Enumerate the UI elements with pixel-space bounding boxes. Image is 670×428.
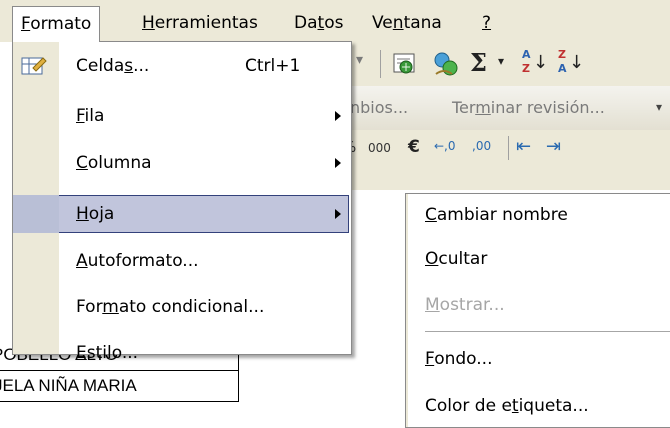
submenu-item-mostrar: Mostrar... — [406, 286, 670, 324]
increase-indent-icon[interactable]: ⇥ — [546, 136, 561, 157]
toolbar-options-icon[interactable]: ▾ — [656, 100, 662, 114]
menu-item-label: iqueta... — [518, 396, 589, 416]
submenu-item-fondo[interactable]: Fondo... — [406, 340, 670, 378]
menu-bar: Formato Herramientas Datos Ventana ? — [0, 0, 670, 42]
menu-item-celdas[interactable]: Celdas... Ctrl+1 — [13, 47, 349, 85]
toolbar-separator — [380, 50, 381, 78]
menu-label: ormato — [30, 14, 92, 34]
menu-item-label: oja — [88, 204, 115, 224]
menu-item-accel: M — [425, 295, 440, 315]
reply-with-changes-button[interactable]: nbios... — [350, 98, 408, 117]
menu-item-formato-condicional[interactable]: Formato condicional... — [13, 288, 349, 326]
menu-item-label: For — [76, 297, 103, 317]
menu-item-hoja[interactable]: Hoja — [13, 195, 349, 233]
menu-item-label: olumna — [87, 153, 152, 173]
sort-descending-icon[interactable]: Z A ↓ — [558, 48, 584, 80]
menu-item-accel: s — [124, 56, 134, 76]
hoja-submenu: Cambiar nombre Ocultar Mostrar... Fondo.… — [405, 193, 670, 428]
menu-item-shortcut: Ctrl+1 — [245, 56, 301, 76]
menu-label: erramientas — [154, 13, 258, 33]
menu-accel: F — [21, 14, 31, 34]
menu-item-accel: A — [76, 251, 88, 271]
menu-label: Da — [294, 13, 318, 33]
menu-item-accel: t — [511, 396, 519, 416]
menu-item-label: ... — [133, 56, 150, 76]
menu-item-label: utoformato... — [87, 251, 199, 271]
menu-item-label: ambiar nombre — [436, 205, 568, 225]
insert-hyperlink-icon[interactable] — [392, 51, 418, 77]
menu-datos[interactable]: Datos — [288, 8, 349, 38]
decrease-decimal-icon[interactable]: ,00 — [472, 139, 491, 153]
standard-toolbar: ▾ Σ ▾ A Z ↓ Z A ↓ — [340, 42, 670, 86]
menu-item-columna[interactable]: Columna — [13, 144, 349, 182]
menu-label: tana — [403, 13, 442, 33]
menu-item-label: ostrar... — [439, 295, 505, 315]
menu-label: Ve — [372, 13, 393, 33]
menu-item-autoformato[interactable]: Autoformato... — [13, 242, 349, 280]
submenu-arrow-icon — [335, 111, 341, 121]
dropdown-arrow-icon[interactable]: ▾ — [356, 52, 363, 68]
menu-item-label: ila — [84, 106, 105, 126]
reviewing-toolbar: nbios... Terminar revisión... ▾ — [340, 86, 670, 130]
menu-accel: ? — [482, 13, 492, 33]
button-label: inar revisión... — [490, 98, 605, 117]
menu-separator — [425, 331, 670, 332]
research-icon[interactable] — [430, 50, 460, 78]
menu-item-label: ondo... — [434, 349, 493, 369]
menu-help[interactable]: ? — [476, 8, 497, 38]
submenu-arrow-icon — [335, 158, 341, 168]
euro-icon[interactable]: € — [408, 137, 420, 157]
toolbar-separator — [508, 136, 509, 160]
menu-item-accel: F — [425, 349, 435, 369]
menu-formato[interactable]: Formato — [12, 6, 101, 42]
cell-a2[interactable]: JELA NIÑA MARIA — [0, 371, 239, 402]
selection-strip — [13, 195, 59, 233]
comma-style-icon[interactable]: 000 — [368, 141, 391, 155]
format-cells-icon — [21, 57, 47, 75]
menu-item-accel: m — [102, 297, 119, 317]
submenu-item-ocultar[interactable]: Ocultar — [406, 240, 670, 278]
submenu-item-cambiar-nombre[interactable]: Cambiar nombre — [406, 196, 670, 234]
menu-label: os — [324, 13, 344, 33]
menu-item-label: Celda — [76, 56, 125, 76]
increase-decimal-icon[interactable]: ←,0 — [434, 139, 456, 153]
button-accel: m — [475, 98, 491, 117]
button-label: Ter — [452, 98, 476, 117]
submenu-item-color-etiqueta[interactable]: Color de etiqueta... — [406, 387, 670, 425]
menu-accel: H — [142, 13, 155, 33]
menu-item-accel: O — [425, 249, 439, 269]
menu-item-fila[interactable]: Fila — [13, 97, 349, 135]
autosum-dropdown-icon[interactable]: ▾ — [498, 54, 504, 68]
menu-herramientas[interactable]: Herramientas — [136, 8, 264, 38]
cell-text: JELA NIÑA MARIA — [0, 376, 137, 395]
submenu-arrow-icon — [335, 209, 341, 219]
menu-item-label: stilo... — [86, 343, 139, 363]
menu-item-label: Color de e — [425, 396, 512, 416]
menu-ventana[interactable]: Ventana — [366, 8, 448, 38]
menu-item-label: cultar — [438, 249, 488, 269]
menu-item-accel: E — [76, 343, 87, 363]
menu-item-accel: H — [76, 204, 89, 224]
menu-item-accel: C — [425, 205, 437, 225]
sort-ascending-icon[interactable]: A Z ↓ — [522, 48, 548, 80]
menu-item-label: ato condicional... — [118, 297, 265, 317]
menu-item-estilo[interactable]: Estilo... — [13, 334, 349, 372]
formatting-toolbar: % 000 € ←,0 ,00 ⇤ ⇥ — [340, 130, 670, 190]
format-menu: Celdas... Ctrl+1 Fila Columna Hoja Autof… — [12, 41, 352, 363]
menu-item-accel: F — [76, 106, 85, 126]
decrease-indent-icon[interactable]: ⇤ — [516, 136, 531, 157]
end-review-button[interactable]: Terminar revisión... — [452, 98, 605, 117]
autosum-icon[interactable]: Σ — [470, 48, 487, 77]
menu-item-accel: C — [76, 153, 88, 173]
menu-accel: n — [392, 13, 404, 33]
